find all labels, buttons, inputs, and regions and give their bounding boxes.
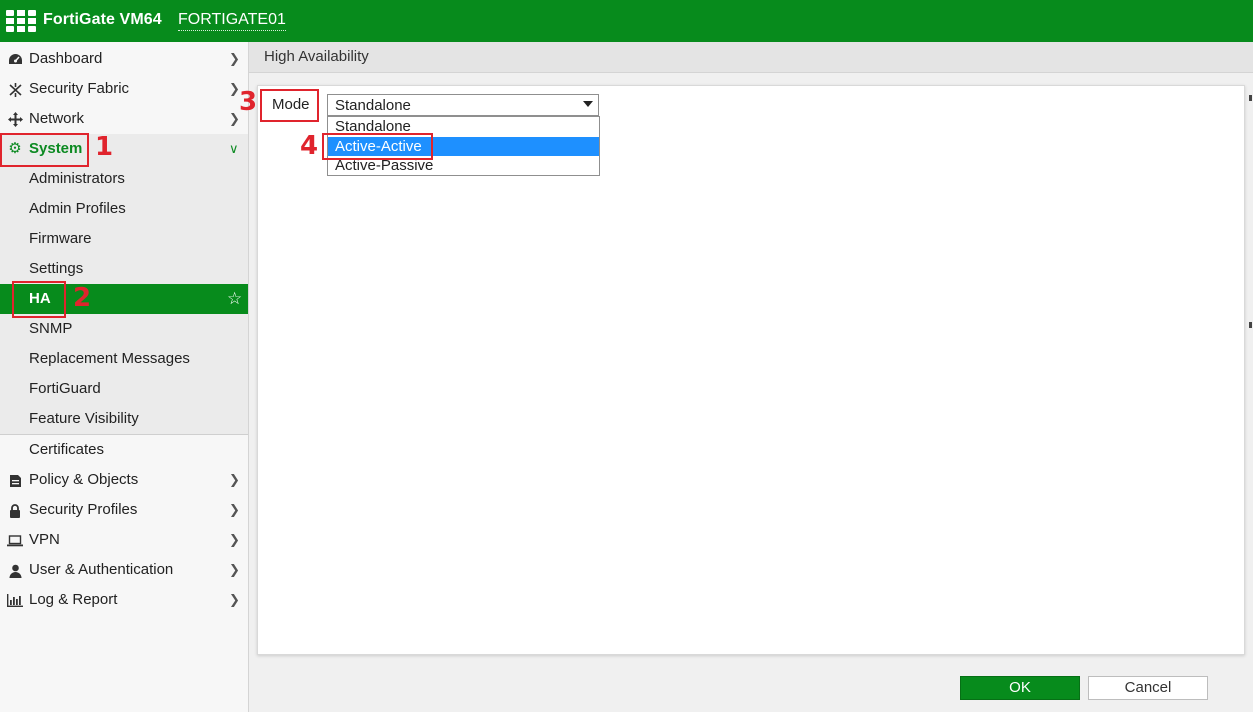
- top-bar: FortiGate VM64 FORTIGATE01: [0, 0, 1253, 42]
- sidebar-item-label: Security Profiles: [29, 501, 138, 518]
- sidebar-item-label: Administrators: [29, 170, 125, 187]
- chevron-right-icon: ❯: [229, 592, 240, 607]
- mode-select[interactable]: Standalone: [327, 94, 599, 116]
- page-header: High Availability: [249, 42, 1253, 73]
- cancel-button[interactable]: Cancel: [1088, 676, 1208, 700]
- page-title: High Availability: [264, 48, 369, 65]
- sidebar-item-label: Policy & Objects: [29, 471, 139, 488]
- annotation-box-system: [0, 133, 89, 167]
- sidebar-item-fortiguard[interactable]: FortiGuard: [0, 374, 248, 404]
- sidebar-item-label: Replacement Messages: [29, 350, 190, 367]
- sidebar-item-label: Network: [29, 110, 85, 127]
- sidebar-item-label: Dashboard: [29, 50, 103, 67]
- chevron-right-icon: ❯: [229, 532, 240, 547]
- sidebar-item-snmp[interactable]: SNMP: [0, 314, 248, 344]
- sidebar-item-user-authentication[interactable]: User & Authentication ❯: [0, 555, 248, 585]
- annotation-step-3: 3: [239, 87, 258, 117]
- policy-icon: [7, 465, 23, 495]
- sidebar-item-security-fabric[interactable]: Security Fabric ❯: [0, 74, 248, 104]
- favorite-star-icon[interactable]: ☆: [227, 284, 242, 314]
- annotation-step-2: 2: [73, 283, 92, 313]
- ok-button[interactable]: OK: [960, 676, 1080, 700]
- sidebar-item-label: SNMP: [29, 320, 73, 337]
- sidebar-item-security-profiles[interactable]: Security Profiles ❯: [0, 495, 248, 525]
- user-icon: [7, 555, 23, 585]
- sidebar-item-label: FortiGuard: [29, 380, 101, 397]
- sidebar-item-firmware[interactable]: Firmware: [0, 224, 248, 254]
- sidebar-item-label: Admin Profiles: [29, 200, 126, 217]
- sidebar-item-administrators[interactable]: Administrators: [0, 164, 248, 194]
- network-icon: [7, 104, 23, 134]
- dashboard-icon: [7, 44, 23, 74]
- chevron-right-icon: ❯: [229, 502, 240, 517]
- annotation-step-4: 4: [300, 131, 319, 161]
- sidebar-item-network[interactable]: Network ❯: [0, 104, 248, 134]
- sidebar-item-log-report[interactable]: Log & Report ❯: [0, 585, 248, 615]
- sidebar-item-label: VPN: [29, 531, 60, 548]
- sidebar-item-label: User & Authentication: [29, 561, 174, 578]
- chevron-right-icon: ❯: [229, 51, 240, 66]
- chevron-right-icon: ❯: [229, 472, 240, 487]
- annotation-box-active-active: [322, 133, 433, 160]
- dropdown-arrow-icon: [583, 101, 593, 107]
- sidebar-item-label: Feature Visibility: [29, 410, 139, 427]
- annotation-box-mode: [260, 89, 319, 122]
- sidebar-item-label: Security Fabric: [29, 80, 130, 97]
- hostname-link[interactable]: FORTIGATE01: [178, 11, 286, 31]
- laptop-icon: [7, 525, 23, 555]
- sidebar-item-policy-objects[interactable]: Policy & Objects ❯: [0, 465, 248, 495]
- mode-select-value: Standalone: [335, 97, 411, 114]
- sidebar-item-label: Settings: [29, 260, 84, 277]
- lock-icon: [7, 495, 23, 525]
- sidebar-item-label: Log & Report: [29, 591, 118, 608]
- chevron-down-icon: ∨: [229, 141, 239, 156]
- app-name: FortiGate VM64: [43, 11, 162, 28]
- sidebar-item-certificates[interactable]: Certificates: [0, 435, 248, 465]
- annotation-box-ha: [12, 281, 66, 318]
- sidebar-item-feature-visibility[interactable]: Feature Visibility: [0, 404, 248, 434]
- sidebar-item-label: Firmware: [29, 230, 92, 247]
- fortinet-logo-icon: [6, 10, 36, 32]
- sidebar-item-admin-profiles[interactable]: Admin Profiles: [0, 194, 248, 224]
- sidebar-item-settings[interactable]: Settings: [0, 254, 248, 284]
- sidebar-item-dashboard[interactable]: Dashboard ❯: [0, 44, 248, 74]
- scroll-marker: [1249, 322, 1252, 328]
- security-fabric-icon: [7, 74, 23, 104]
- scroll-marker: [1249, 95, 1252, 101]
- chevron-right-icon: ❯: [229, 562, 240, 577]
- sidebar-item-label: Certificates: [29, 441, 105, 458]
- sidebar-item-replacement-messages[interactable]: Replacement Messages: [0, 344, 248, 374]
- sidebar-item-vpn[interactable]: VPN ❯: [0, 525, 248, 555]
- annotation-step-1: 1: [95, 132, 114, 162]
- bar-chart-icon: [7, 585, 23, 615]
